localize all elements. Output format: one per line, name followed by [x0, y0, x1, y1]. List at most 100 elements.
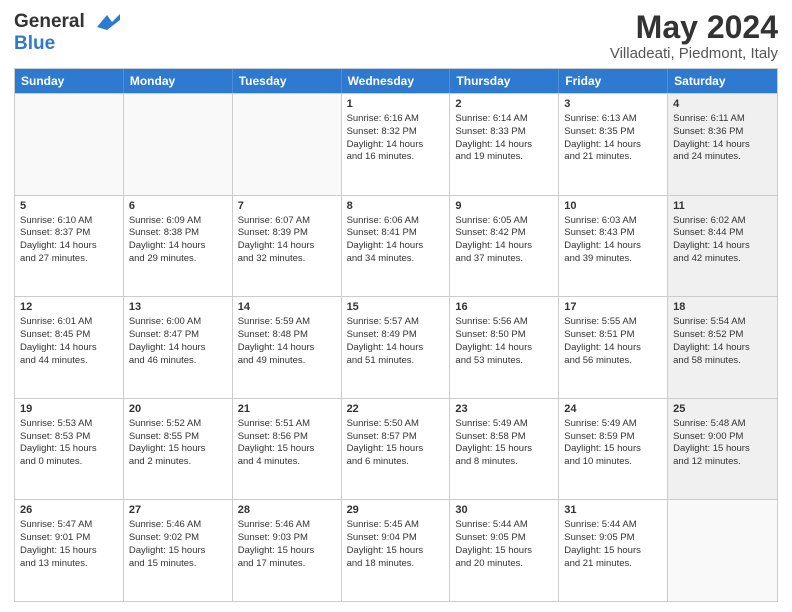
- day-info-line: Daylight: 15 hours: [455, 443, 553, 456]
- day-info-line: Sunset: 8:45 PM: [20, 329, 118, 342]
- day-info-line: Sunrise: 5:46 AM: [129, 519, 227, 532]
- day-info-line: Daylight: 14 hours: [129, 342, 227, 355]
- day-number: 9: [455, 199, 553, 214]
- calendar-cell: 1Sunrise: 6:16 AMSunset: 8:32 PMDaylight…: [342, 94, 451, 195]
- calendar-row: 1Sunrise: 6:16 AMSunset: 8:32 PMDaylight…: [15, 93, 777, 195]
- day-number: 11: [673, 199, 772, 214]
- calendar-cell: [124, 94, 233, 195]
- calendar-row: 5Sunrise: 6:10 AMSunset: 8:37 PMDaylight…: [15, 195, 777, 297]
- day-info-line: Daylight: 15 hours: [673, 443, 772, 456]
- calendar-cell: 20Sunrise: 5:52 AMSunset: 8:55 PMDayligh…: [124, 399, 233, 500]
- day-info-line: Sunset: 9:02 PM: [129, 532, 227, 545]
- day-info-line: Sunset: 8:59 PM: [564, 431, 662, 444]
- logo-line1: General: [14, 11, 85, 32]
- day-info-line: and 29 minutes.: [129, 253, 227, 266]
- day-info-line: Sunrise: 5:44 AM: [455, 519, 553, 532]
- calendar-cell: 25Sunrise: 5:48 AMSunset: 9:00 PMDayligh…: [668, 399, 777, 500]
- day-info-line: Daylight: 15 hours: [20, 545, 118, 558]
- calendar-cell: 6Sunrise: 6:09 AMSunset: 8:38 PMDaylight…: [124, 196, 233, 297]
- day-info-line: Sunrise: 6:01 AM: [20, 316, 118, 329]
- day-number: 2: [455, 97, 553, 112]
- day-number: 21: [238, 402, 336, 417]
- calendar: SundayMondayTuesdayWednesdayThursdayFrid…: [14, 68, 778, 602]
- day-info-line: Sunrise: 6:06 AM: [347, 215, 445, 228]
- calendar-header-cell: Tuesday: [233, 69, 342, 93]
- calendar-header-cell: Sunday: [15, 69, 124, 93]
- day-number: 24: [564, 402, 662, 417]
- calendar-cell: 24Sunrise: 5:49 AMSunset: 8:59 PMDayligh…: [559, 399, 668, 500]
- day-info-line: Daylight: 14 hours: [347, 139, 445, 152]
- calendar-cell: 28Sunrise: 5:46 AMSunset: 9:03 PMDayligh…: [233, 500, 342, 601]
- calendar-cell: 29Sunrise: 5:45 AMSunset: 9:04 PMDayligh…: [342, 500, 451, 601]
- day-info-line: Sunrise: 6:05 AM: [455, 215, 553, 228]
- day-info-line: Sunrise: 5:53 AM: [20, 418, 118, 431]
- calendar-cell: [15, 94, 124, 195]
- title-block: May 2024 Villadeati, Piedmont, Italy: [610, 10, 778, 62]
- calendar-cell: 5Sunrise: 6:10 AMSunset: 8:37 PMDaylight…: [15, 196, 124, 297]
- calendar-body: 1Sunrise: 6:16 AMSunset: 8:32 PMDaylight…: [15, 93, 777, 601]
- day-info-line: Daylight: 15 hours: [129, 545, 227, 558]
- day-number: 20: [129, 402, 227, 417]
- day-number: 8: [347, 199, 445, 214]
- day-info-line: and 21 minutes.: [564, 558, 662, 571]
- day-number: 13: [129, 300, 227, 315]
- day-number: 23: [455, 402, 553, 417]
- day-info-line: Daylight: 15 hours: [564, 545, 662, 558]
- calendar-row: 26Sunrise: 5:47 AMSunset: 9:01 PMDayligh…: [15, 499, 777, 601]
- day-info-line: Daylight: 14 hours: [455, 342, 553, 355]
- day-number: 7: [238, 199, 336, 214]
- day-number: 6: [129, 199, 227, 214]
- day-info-line: Sunset: 8:42 PM: [455, 227, 553, 240]
- calendar-cell: 4Sunrise: 6:11 AMSunset: 8:36 PMDaylight…: [668, 94, 777, 195]
- day-number: 18: [673, 300, 772, 315]
- day-info-line: Daylight: 14 hours: [20, 240, 118, 253]
- day-info-line: Sunrise: 5:49 AM: [564, 418, 662, 431]
- calendar-cell: 27Sunrise: 5:46 AMSunset: 9:02 PMDayligh…: [124, 500, 233, 601]
- day-number: 31: [564, 503, 662, 518]
- day-info-line: Sunrise: 5:46 AM: [238, 519, 336, 532]
- day-info-line: and 53 minutes.: [455, 355, 553, 368]
- day-info-line: Sunrise: 5:44 AM: [564, 519, 662, 532]
- calendar-cell: 13Sunrise: 6:00 AMSunset: 8:47 PMDayligh…: [124, 297, 233, 398]
- day-info-line: and 16 minutes.: [347, 151, 445, 164]
- day-info-line: Sunset: 9:01 PM: [20, 532, 118, 545]
- day-info-line: Sunset: 8:49 PM: [347, 329, 445, 342]
- day-info-line: Sunset: 9:03 PM: [238, 532, 336, 545]
- day-info-line: Daylight: 14 hours: [673, 240, 772, 253]
- logo-line2: Blue: [14, 34, 122, 55]
- logo-text: General Blue: [14, 10, 122, 55]
- day-info-line: and 12 minutes.: [673, 456, 772, 469]
- calendar-cell: 8Sunrise: 6:06 AMSunset: 8:41 PMDaylight…: [342, 196, 451, 297]
- day-info-line: Sunset: 8:56 PM: [238, 431, 336, 444]
- day-number: 4: [673, 97, 772, 112]
- day-info-line: and 8 minutes.: [455, 456, 553, 469]
- day-info-line: Sunrise: 6:03 AM: [564, 215, 662, 228]
- day-info-line: Sunset: 8:57 PM: [347, 431, 445, 444]
- calendar-cell: 21Sunrise: 5:51 AMSunset: 8:56 PMDayligh…: [233, 399, 342, 500]
- calendar-row: 12Sunrise: 6:01 AMSunset: 8:45 PM Dayligh…: [15, 296, 777, 398]
- day-info-line: and 49 minutes.: [238, 355, 336, 368]
- day-info-line: Sunset: 8:43 PM: [564, 227, 662, 240]
- day-info-line: Sunrise: 5:49 AM: [455, 418, 553, 431]
- day-info-line: and 20 minutes.: [455, 558, 553, 571]
- calendar-cell: 19Sunrise: 5:53 AMSunset: 8:53 PMDayligh…: [15, 399, 124, 500]
- calendar-row: 19Sunrise: 5:53 AMSunset: 8:53 PMDayligh…: [15, 398, 777, 500]
- calendar-cell: [668, 500, 777, 601]
- day-info-line: Sunrise: 6:00 AM: [129, 316, 227, 329]
- calendar-header-cell: Saturday: [668, 69, 777, 93]
- day-info-line: Sunset: 8:39 PM: [238, 227, 336, 240]
- day-info-line: Daylight: 15 hours: [455, 545, 553, 558]
- calendar-cell: 12Sunrise: 6:01 AMSunset: 8:45 PMDayligh…: [15, 297, 124, 398]
- day-info-line: Sunrise: 5:47 AM: [20, 519, 118, 532]
- day-info-line: Daylight: 14 hours: [238, 342, 336, 355]
- day-number: 12: [20, 300, 118, 315]
- calendar-header-cell: Friday: [559, 69, 668, 93]
- day-info-line: Sunrise: 6:09 AM: [129, 215, 227, 228]
- day-info-line: Sunrise: 5:45 AM: [347, 519, 445, 532]
- calendar-cell: 23Sunrise: 5:49 AMSunset: 8:58 PMDayligh…: [450, 399, 559, 500]
- day-info-line: Sunset: 8:50 PM: [455, 329, 553, 342]
- day-info-line: Sunset: 8:58 PM: [455, 431, 553, 444]
- day-info-line: and 44 minutes.: [20, 355, 118, 368]
- calendar-cell: 3Sunrise: 6:13 AMSunset: 8:35 PMDaylight…: [559, 94, 668, 195]
- calendar-cell: 18Sunrise: 5:54 AMSunset: 8:52 PMDayligh…: [668, 297, 777, 398]
